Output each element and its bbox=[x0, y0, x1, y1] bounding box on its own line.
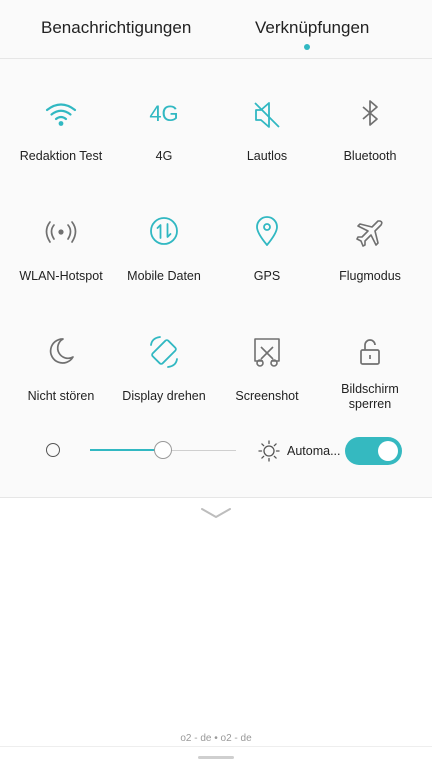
tab-benachrichtigungen[interactable]: Benachrichtigungen bbox=[41, 18, 191, 38]
tile-wifi[interactable]: Redaktion Test bbox=[7, 95, 115, 205]
active-tab-indicator bbox=[304, 44, 310, 50]
tile-label: Nicht stören bbox=[27, 389, 95, 403]
toggle-knob bbox=[378, 441, 398, 461]
tile-label-line2: sperren bbox=[348, 397, 392, 411]
svg-text:4G: 4G bbox=[149, 101, 178, 126]
expand-chevron-icon[interactable] bbox=[199, 505, 233, 521]
tile-label: Display drehen bbox=[122, 389, 206, 403]
bottom-divider bbox=[0, 746, 432, 747]
tile-label-line1: Bildschirm bbox=[341, 382, 399, 396]
silent-icon bbox=[247, 95, 287, 135]
auto-brightness-toggle[interactable] bbox=[345, 437, 402, 465]
tile-bluetooth[interactable]: Bluetooth bbox=[316, 95, 424, 205]
tile-display-drehen[interactable]: Display drehen bbox=[110, 333, 218, 443]
tile-label: 4G bbox=[155, 149, 173, 163]
notification-shade-tabs: Benachrichtigungen Verknüpfungen bbox=[0, 0, 432, 59]
tile-mobile-daten[interactable]: Mobile Daten bbox=[110, 213, 218, 323]
carrier-label: o2 - de • o2 - de bbox=[180, 733, 252, 744]
tile-flugmodus[interactable]: Flugmodus bbox=[316, 213, 424, 323]
drag-handle[interactable] bbox=[198, 756, 234, 759]
brightness-slider-thumb[interactable] bbox=[154, 441, 172, 459]
tile-screenshot[interactable]: Screenshot bbox=[213, 333, 321, 443]
tile-gps[interactable]: GPS bbox=[213, 213, 321, 323]
rotate-icon bbox=[144, 333, 184, 373]
hotspot-icon bbox=[41, 213, 81, 253]
mobile-data-icon bbox=[144, 213, 184, 253]
lock-icon bbox=[350, 333, 390, 373]
moon-icon bbox=[41, 333, 81, 373]
tile-label: Screenshot bbox=[235, 389, 299, 403]
tile-bildschirm-sperren[interactable]: Bildschirm sperren bbox=[316, 333, 424, 443]
4g-icon: 4G bbox=[144, 95, 184, 135]
auto-brightness-label: Automa... bbox=[287, 444, 341, 458]
tile-nicht-stoeren[interactable]: Nicht stören bbox=[7, 333, 115, 443]
tile-label: Mobile Daten bbox=[127, 269, 201, 283]
tile-label: Lautlos bbox=[246, 149, 288, 163]
tab-verknuepfungen[interactable]: Verknüpfungen bbox=[255, 18, 369, 38]
airplane-icon bbox=[350, 213, 390, 253]
brightness-high-icon bbox=[258, 440, 280, 462]
screenshot-icon bbox=[247, 333, 287, 373]
tile-label: Flugmodus bbox=[339, 269, 401, 283]
tile-label: Redaktion Test bbox=[19, 149, 103, 163]
tile-label: WLAN-Hotspot bbox=[19, 269, 103, 283]
tile-4g[interactable]: 4G 4G bbox=[110, 95, 218, 205]
wifi-icon bbox=[41, 95, 81, 135]
tile-label: GPS bbox=[253, 269, 281, 283]
tile-wlan-hotspot[interactable]: WLAN-Hotspot bbox=[7, 213, 115, 323]
tile-lautlos[interactable]: Lautlos bbox=[213, 95, 321, 205]
tile-label: Bildschirm sperren bbox=[316, 382, 424, 412]
brightness-slider-fill bbox=[90, 449, 163, 451]
tile-label: Bluetooth bbox=[343, 149, 397, 163]
bluetooth-icon bbox=[350, 95, 390, 135]
gps-icon bbox=[247, 213, 287, 253]
brightness-low-icon bbox=[46, 443, 60, 457]
